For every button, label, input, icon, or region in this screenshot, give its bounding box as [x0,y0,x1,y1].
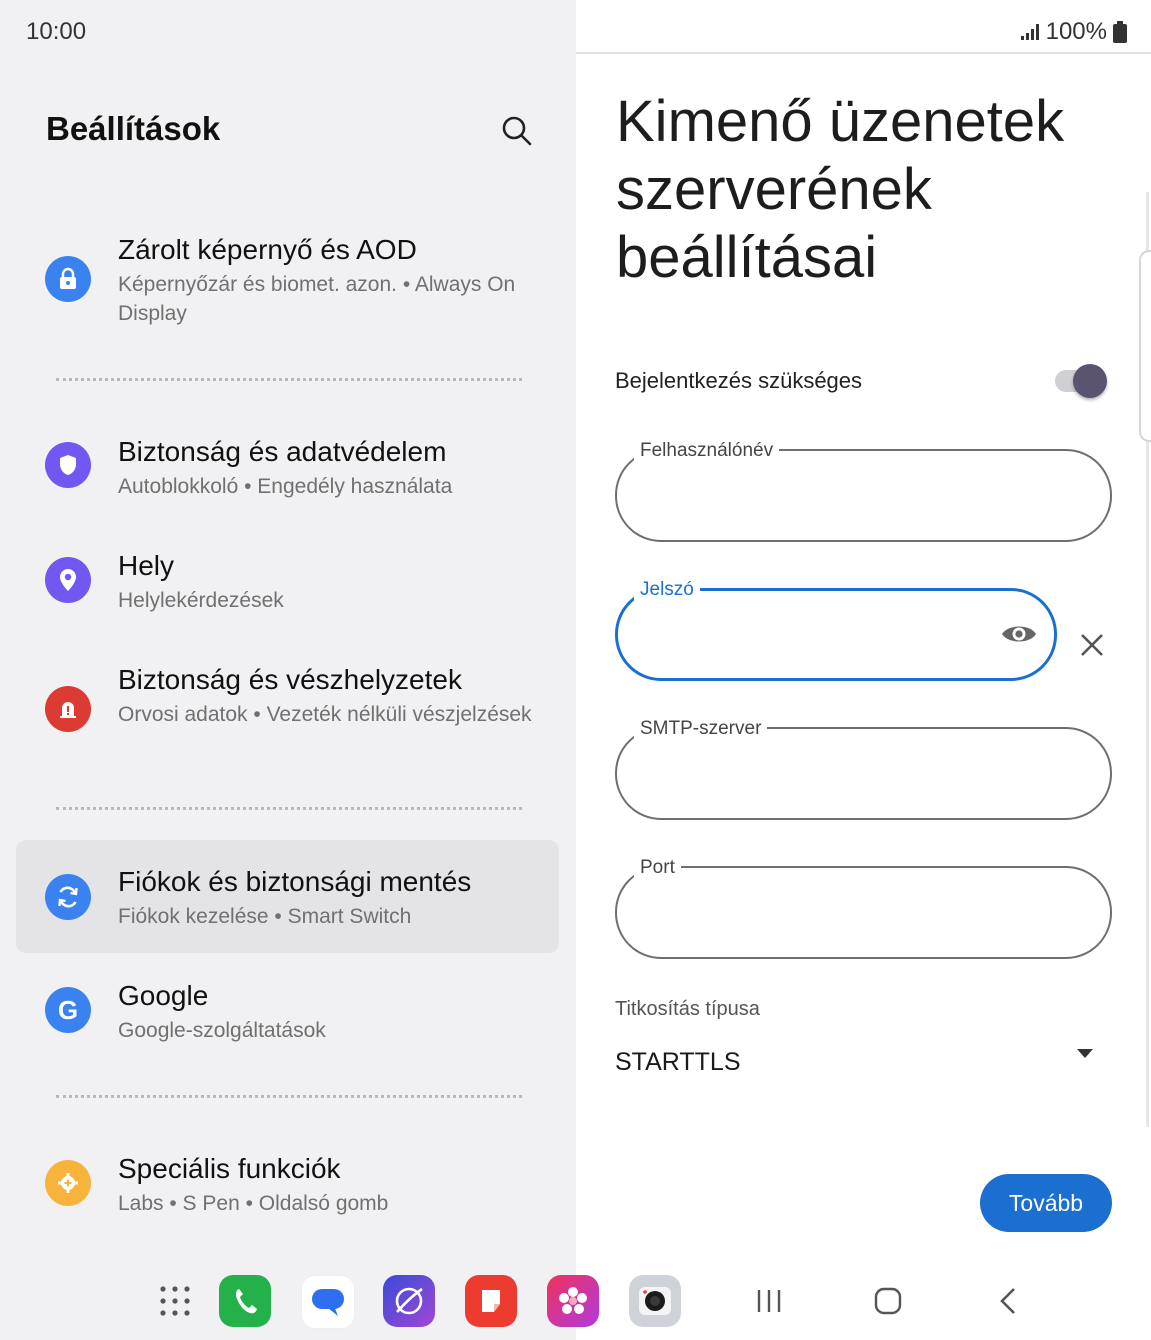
settings-item-security-privacy[interactable]: Biztonság és adatvédelem Autoblokkoló • … [16,430,559,520]
settings-item-safety-emergency[interactable]: Biztonság és vészhelyzetek Orvosi adatok… [16,658,559,768]
next-button[interactable]: Tovább [980,1174,1112,1232]
edge-panel-handle[interactable] [1139,250,1151,442]
settings-item-title: Hely [118,550,175,581]
signal-icon [1020,24,1039,40]
divider [56,1095,522,1098]
password-input[interactable] [644,617,1008,657]
toggle-knob[interactable] [1073,364,1107,398]
settings-item-subtitle: Google-szolgáltatások [118,1019,326,1042]
dropdown-arrow-icon[interactable] [1077,1049,1093,1058]
encryption-type-label: Titkosítás típusa [615,998,760,1020]
port-input[interactable] [643,894,1087,934]
smtp-server-label: SMTP-szerver [634,718,768,740]
recents-icon[interactable] [755,1287,783,1315]
username-input[interactable] [643,477,1087,517]
settings-item-title: Speciális funkciók [118,1153,341,1184]
settings-item-subtitle: Fiókok kezelése • Smart Switch [118,905,412,928]
settings-item-subtitle: Helylekérdezések [118,589,284,612]
settings-item-title: Biztonság és vészhelyzetek [118,664,462,695]
phone-icon[interactable] [219,1275,271,1327]
smtp-server-field[interactable] [615,727,1112,820]
internet-icon[interactable] [383,1275,435,1327]
settings-item-advanced-features[interactable]: Speciális funkciók Labs • S Pen • Oldals… [16,1147,559,1237]
port-field[interactable] [615,866,1112,959]
settings-panel: 10:00 Beállítások Zárolt képernyő és AOD… [0,0,576,1340]
gear-plus-icon [45,1160,91,1206]
battery-text: 100% [1045,18,1107,45]
password-field[interactable] [615,588,1057,681]
sync-icon [45,874,91,920]
settings-item-title: Zárolt képernyő és AOD [118,234,417,265]
settings-item-subtitle: Labs • S Pen • Oldalsó gomb [118,1192,389,1215]
notes-icon[interactable] [465,1275,517,1327]
clear-icon[interactable] [1078,631,1106,659]
settings-title: Beállítások [46,110,221,147]
login-required-label: Bejelentkezés szükséges [615,368,863,393]
divider [56,378,522,381]
settings-item-google[interactable]: G Google Google-szolgáltatások [16,974,559,1064]
settings-item-location[interactable]: Hely Helylekérdezések [16,544,559,634]
password-label: Jelszó [634,579,700,601]
search-icon[interactable] [500,114,534,148]
status-bar-right: 100% [1020,18,1127,46]
location-icon [45,557,91,603]
settings-item-accounts-backup[interactable]: Fiókok és biztonsági mentés Fiókok kezel… [16,840,559,953]
gallery-icon[interactable] [547,1275,599,1327]
encryption-type-select[interactable]: STARTTLS [615,1048,741,1077]
back-icon[interactable] [996,1287,1020,1315]
camera-icon[interactable] [629,1275,681,1327]
messages-icon[interactable] [301,1275,355,1329]
settings-item-subtitle: Képernyőzár és biomet. azon. • Always On… [118,273,516,325]
page-title: Kimenő üzenetek szerverének beállításai [616,89,1065,290]
settings-item-subtitle: Orvosi adatok • Vezeték nélküli vészjelz… [118,703,532,726]
username-label: Felhasználónév [634,440,780,462]
smtp-server-input[interactable] [643,755,1087,795]
settings-item-title: Fiókok és biztonsági mentés [118,866,472,897]
status-time: 10:00 [26,18,87,45]
username-field[interactable] [615,449,1112,542]
settings-item-title: Google [118,980,209,1011]
port-label: Port [634,857,681,879]
google-icon: G [45,987,91,1033]
status-divider [576,52,1151,54]
settings-item-lock-screen[interactable]: Zárolt képernyő és AOD Képernyőzár és bi… [16,228,559,338]
divider [56,807,522,810]
emergency-icon [45,686,91,732]
lock-icon [45,256,91,302]
home-icon[interactable] [874,1287,902,1315]
apps-grid-icon[interactable] [159,1285,191,1317]
settings-item-subtitle: Autoblokkoló • Engedély használata [118,475,453,498]
settings-item-title: Biztonság és adatvédelem [118,436,447,467]
battery-icon [1113,21,1127,43]
show-password-eye-icon[interactable] [1000,621,1040,649]
shield-icon [45,442,91,488]
